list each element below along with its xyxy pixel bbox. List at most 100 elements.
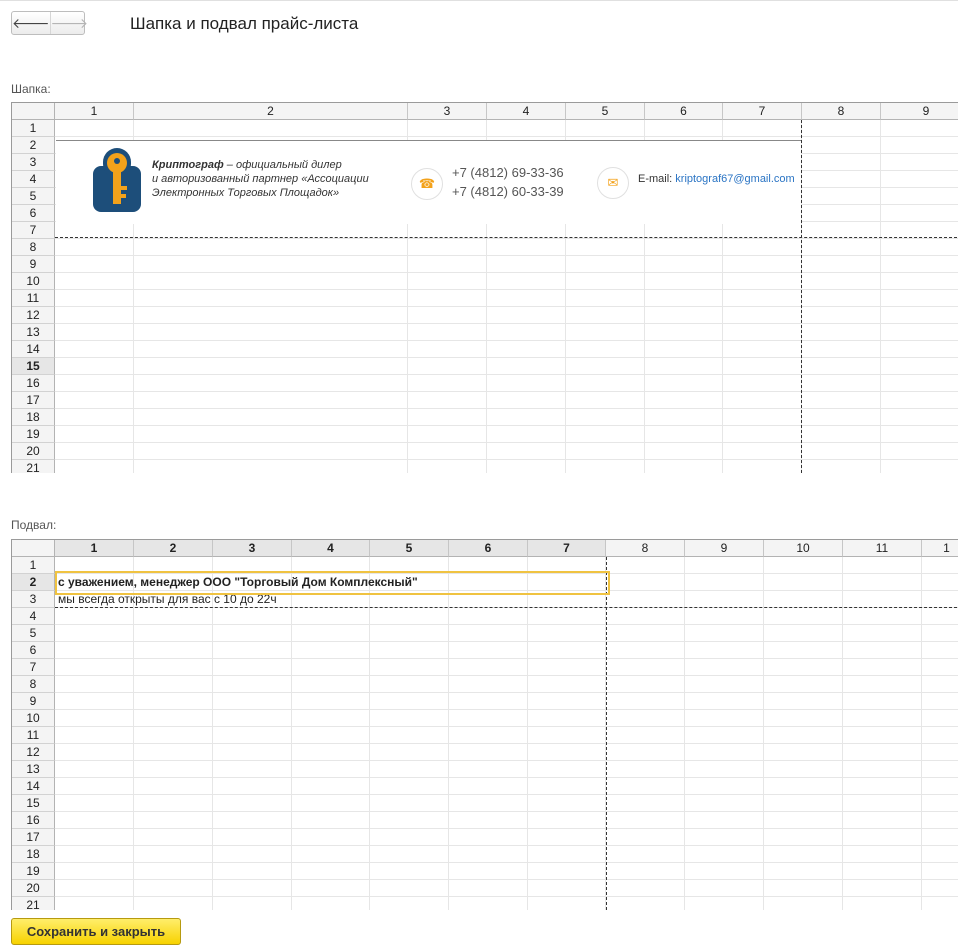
grid-row-line <box>55 777 958 778</box>
grid-row-line <box>55 743 958 744</box>
column-header[interactable]: 5 <box>370 540 449 557</box>
header-spreadsheet[interactable]: 1 2 3 4 5 6 7 8 9 1 2 3 4 5 6 7 8 9 10 11 12 13 14 15 16 17 18 19 20… <box>11 102 958 473</box>
row-header[interactable]: 16 <box>12 812 55 829</box>
column-header[interactable]: 2 <box>134 103 408 120</box>
row-header[interactable]: 5 <box>12 625 55 642</box>
row-header[interactable]: 3 <box>12 154 55 171</box>
phone-icon: ☎ <box>411 168 443 200</box>
column-header[interactable]: 4 <box>292 540 370 557</box>
row-header[interactable]: 14 <box>12 778 55 795</box>
row-header[interactable]: 20 <box>12 443 55 460</box>
grid-row-line <box>55 845 958 846</box>
row-header[interactable]: 7 <box>12 222 55 239</box>
column-header[interactable]: 1 <box>55 103 134 120</box>
column-header[interactable]: 6 <box>645 103 723 120</box>
row-header[interactable]: 11 <box>12 727 55 744</box>
column-header[interactable]: 10 <box>764 540 843 557</box>
grid-corner <box>12 540 55 557</box>
phones-block: +7 (4812) 69-33-36 +7 (4812) 60-33-39 <box>452 163 564 201</box>
row-header[interactable]: 19 <box>12 863 55 880</box>
row-header[interactable]: 21 <box>12 897 55 910</box>
row-header[interactable]: 8 <box>12 239 55 256</box>
row-header[interactable]: 2 <box>12 137 55 154</box>
row-header[interactable]: 10 <box>12 710 55 727</box>
footer-spreadsheet[interactable]: 1 2 3 4 5 6 7 8 9 10 11 1 1 2 3 4 5 6 7 8 9 10 11 12 13 14 15 16 17 1… <box>11 539 958 910</box>
grid-row-line <box>55 255 958 256</box>
column-header[interactable]: 7 <box>723 103 802 120</box>
row-header[interactable]: 13 <box>12 761 55 778</box>
column-header[interactable]: 7 <box>528 540 606 557</box>
company-name: Криптограф <box>152 159 224 171</box>
row-header[interactable]: 9 <box>12 693 55 710</box>
row-header[interactable]: 2 <box>12 574 55 591</box>
row-header[interactable]: 6 <box>12 642 55 659</box>
row-header[interactable]: 15 <box>12 795 55 812</box>
row-header[interactable]: 3 <box>12 591 55 608</box>
row-header[interactable]: 17 <box>12 392 55 409</box>
row-header[interactable]: 12 <box>12 744 55 761</box>
grid-row-line <box>55 879 958 880</box>
row-header[interactable]: 8 <box>12 676 55 693</box>
row-header[interactable]: 5 <box>12 188 55 205</box>
column-header[interactable]: 1 <box>922 540 958 557</box>
row-header[interactable]: 21 <box>12 460 55 473</box>
row-header[interactable]: 16 <box>12 375 55 392</box>
row-header[interactable]: 17 <box>12 829 55 846</box>
column-header[interactable]: 9 <box>881 103 958 120</box>
row-header[interactable]: 13 <box>12 324 55 341</box>
grid-column-line <box>921 557 922 910</box>
row-header[interactable]: 6 <box>12 205 55 222</box>
row-header[interactable]: 18 <box>12 409 55 426</box>
column-header[interactable]: 3 <box>213 540 292 557</box>
row-header[interactable]: 1 <box>12 557 55 574</box>
save-and-close-button[interactable]: Сохранить и закрыть <box>11 918 181 945</box>
grid-row-line <box>55 709 958 710</box>
column-header[interactable]: 1 <box>55 540 134 557</box>
grid-row-line <box>55 238 958 239</box>
row-header[interactable]: 7 <box>12 659 55 676</box>
grid-row-line <box>55 760 958 761</box>
column-header[interactable]: 8 <box>606 540 685 557</box>
row-header[interactable]: 14 <box>12 341 55 358</box>
grid-column-line <box>527 557 528 910</box>
phone-1: +7 (4812) 69-33-36 <box>452 165 564 180</box>
header-section-label: Шапка: <box>11 82 51 96</box>
grid-row-line <box>55 624 958 625</box>
column-header[interactable]: 9 <box>685 540 764 557</box>
column-header[interactable]: 5 <box>566 103 645 120</box>
row-header[interactable]: 10 <box>12 273 55 290</box>
row-header[interactable]: 12 <box>12 307 55 324</box>
grid-row-line <box>55 391 958 392</box>
row-header[interactable]: 18 <box>12 846 55 863</box>
row-header[interactable]: 20 <box>12 880 55 897</box>
grid-column-line <box>291 557 292 910</box>
grid-row-line <box>55 675 958 676</box>
grid-row-line <box>55 374 958 375</box>
grid-row-line <box>55 306 958 307</box>
back-button[interactable]: 🡐 <box>12 12 50 34</box>
column-header[interactable]: 11 <box>843 540 922 557</box>
grid-row-line <box>55 136 958 137</box>
row-header[interactable]: 19 <box>12 426 55 443</box>
selected-cell-range[interactable] <box>55 571 610 595</box>
grid-row-line <box>55 641 958 642</box>
grid-column-line <box>448 557 449 910</box>
column-header[interactable]: 2 <box>134 540 213 557</box>
grid-column-line <box>369 557 370 910</box>
forward-button[interactable]: 🡒 <box>49 12 89 34</box>
column-header[interactable]: 4 <box>487 103 566 120</box>
top-border <box>0 0 958 1</box>
row-header[interactable]: 11 <box>12 290 55 307</box>
email-link[interactable]: kriptograf67@gmail.com <box>675 173 794 185</box>
column-header[interactable]: 8 <box>802 103 881 120</box>
row-header[interactable]: 15 <box>12 358 55 375</box>
row-header[interactable]: 4 <box>12 608 55 625</box>
row-header[interactable]: 4 <box>12 171 55 188</box>
row-header[interactable]: 1 <box>12 120 55 137</box>
column-header[interactable]: 6 <box>449 540 528 557</box>
arrow-right-icon: 🡒 <box>50 14 89 31</box>
row-header[interactable]: 9 <box>12 256 55 273</box>
email-block: E-mail: kriptograf67@gmail.com <box>638 173 795 185</box>
column-header[interactable]: 3 <box>408 103 487 120</box>
print-area-bottom-border <box>55 237 958 238</box>
